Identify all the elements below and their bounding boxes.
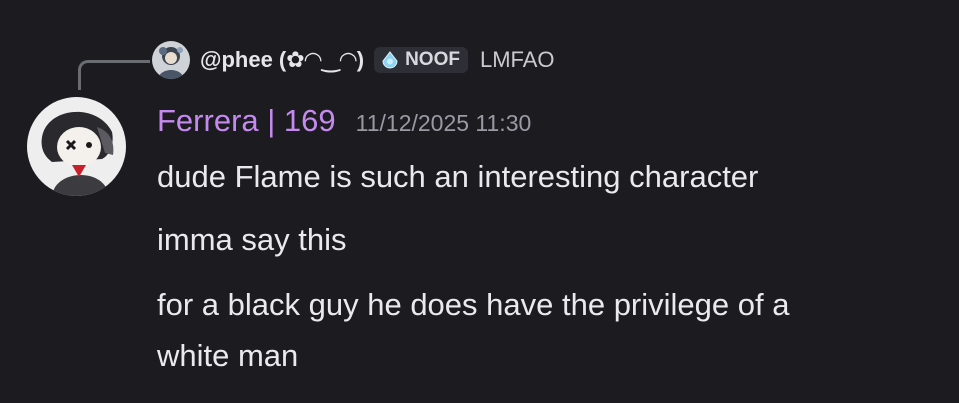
message-header: Ferrera | 169 11/12/2025 11:30 [157, 103, 531, 149]
server-tag-label: NOOF [405, 49, 460, 70]
server-tag[interactable]: NOOF [374, 47, 468, 73]
reply-author-name[interactable]: @phee (✿◠‿◠) [200, 47, 364, 73]
reply-avatar[interactable] [152, 41, 190, 79]
droplet-icon [382, 51, 398, 69]
author-name[interactable]: Ferrera | 169 [157, 103, 336, 139]
reply-preview[interactable]: @phee (✿◠‿◠) NOOF LMFAO [152, 40, 555, 80]
reply-content[interactable]: LMFAO [480, 47, 555, 73]
avatar[interactable] [27, 97, 126, 196]
message-line: white man [157, 338, 299, 373]
timestamp[interactable]: 11/12/2025 11:30 [356, 110, 532, 137]
message-line: imma say this [157, 222, 347, 257]
message-line: dude Flame is such an interesting charac… [157, 159, 759, 194]
reply-connector-line [78, 60, 150, 90]
message-line: for a black guy he does have the privile… [157, 287, 790, 322]
discord-message: @phee (✿◠‿◠) NOOF LMFAO Ferrera | 169 11… [0, 0, 959, 403]
